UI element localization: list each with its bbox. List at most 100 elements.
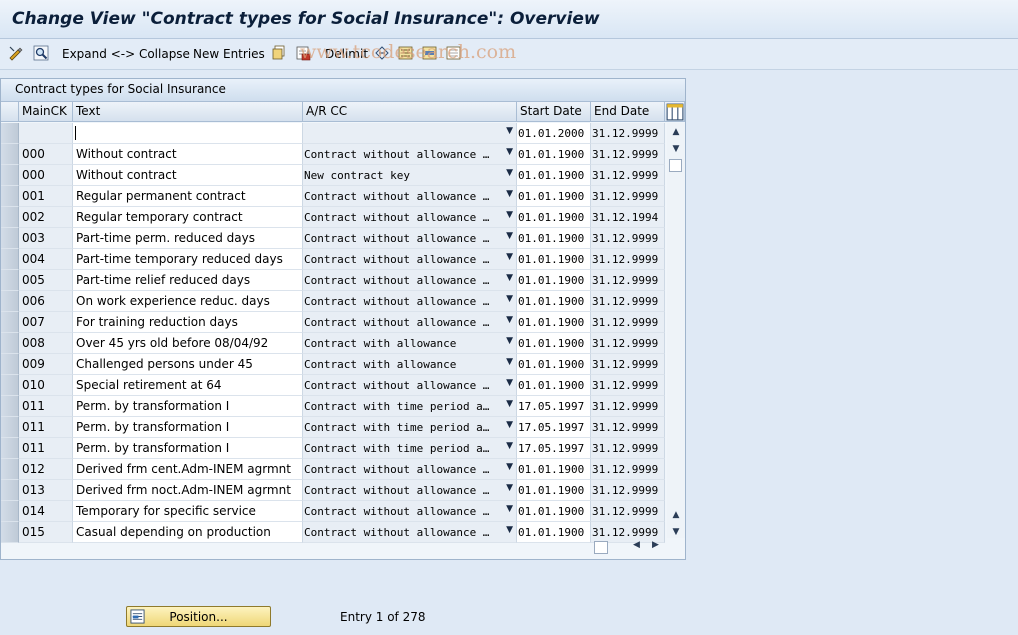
row-selector[interactable] — [1, 333, 19, 354]
end-date-cell[interactable]: 31.12.9999 — [591, 123, 665, 144]
start-date-cell[interactable]: 17.05.1997 — [517, 417, 591, 438]
vertical-scrollbar[interactable]: ▲ ▼ ▲ ▼ — [667, 123, 685, 538]
row-selector[interactable] — [1, 417, 19, 438]
text-cell[interactable]: Special retirement at 64 — [73, 375, 303, 396]
end-date-cell[interactable]: 31.12.9999 — [591, 354, 665, 375]
ar-cc-select[interactable]: New contract key ▼ — [303, 165, 517, 186]
text-cell[interactable]: Derived frm noct.Adm-INEM agrmnt — [73, 480, 303, 501]
text-cell[interactable]: Part-time relief reduced days — [73, 270, 303, 291]
dropdown-arrow-icon[interactable]: ▼ — [506, 231, 513, 241]
start-date-cell[interactable]: 01.01.1900 — [517, 291, 591, 312]
start-date-cell[interactable]: 01.01.1900 — [517, 249, 591, 270]
dropdown-arrow-icon[interactable]: ▼ — [506, 147, 513, 157]
text-cell[interactable]: For training reduction days — [73, 312, 303, 333]
text-cell[interactable] — [73, 123, 303, 144]
end-date-cell[interactable]: 31.12.9999 — [591, 228, 665, 249]
start-date-cell[interactable]: 01.01.1900 — [517, 186, 591, 207]
column-header-ar-cc[interactable]: A/R CC — [303, 102, 517, 122]
position-button[interactable]: Position... — [126, 606, 271, 627]
dropdown-arrow-icon[interactable]: ▼ — [506, 399, 513, 409]
ar-cc-select[interactable]: Contract without allowance … ▼ — [303, 375, 517, 396]
dropdown-arrow-icon[interactable]: ▼ — [506, 210, 513, 220]
ar-cc-select[interactable]: Contract without allowance … ▼ — [303, 312, 517, 333]
ar-cc-select[interactable]: Contract with allowance ▼ — [303, 354, 517, 375]
dropdown-arrow-icon[interactable]: ▼ — [506, 189, 513, 199]
hscroll-thumb[interactable] — [594, 541, 608, 554]
text-cell[interactable]: Perm. by transformation I — [73, 396, 303, 417]
ar-cc-select[interactable]: Contract without allowance … ▼ — [303, 459, 517, 480]
start-date-cell[interactable]: 01.01.1900 — [517, 144, 591, 165]
start-date-cell[interactable]: 01.01.1900 — [517, 165, 591, 186]
start-date-cell[interactable]: 01.01.1900 — [517, 354, 591, 375]
ar-cc-select[interactable]: Contract with time period a… ▼ — [303, 396, 517, 417]
end-date-cell[interactable]: 31.12.9999 — [591, 333, 665, 354]
start-date-cell[interactable]: 01.01.1900 — [517, 207, 591, 228]
start-date-cell[interactable]: 01.01.1900 — [517, 501, 591, 522]
text-cell[interactable]: Part-time temporary reduced days — [73, 249, 303, 270]
scroll-page-down-icon[interactable]: ▼ — [670, 143, 682, 155]
start-date-cell[interactable]: 17.05.1997 — [517, 438, 591, 459]
dropdown-arrow-icon[interactable]: ▼ — [506, 441, 513, 451]
column-header-start-date[interactable]: Start Date — [517, 102, 591, 122]
copy-as-icon[interactable] — [271, 45, 287, 61]
scroll-up-icon[interactable]: ▲ — [670, 126, 682, 138]
ar-cc-select[interactable]: Contract without allowance … ▼ — [303, 144, 517, 165]
end-date-cell[interactable]: 31.12.9999 — [591, 312, 665, 333]
start-date-cell[interactable]: 01.01.1900 — [517, 333, 591, 354]
dropdown-arrow-icon[interactable]: ▼ — [506, 315, 513, 325]
text-cell[interactable]: Without contract — [73, 144, 303, 165]
text-cell[interactable]: Perm. by transformation I — [73, 438, 303, 459]
row-selector[interactable] — [1, 375, 19, 396]
end-date-cell[interactable]: 31.12.9999 — [591, 480, 665, 501]
text-cell[interactable]: Over 45 yrs old before 08/04/92 — [73, 333, 303, 354]
column-header-mainck[interactable]: MainCK — [19, 102, 73, 122]
dropdown-arrow-icon[interactable]: ▼ — [506, 336, 513, 346]
select-all-rows-header[interactable] — [1, 102, 19, 122]
end-date-cell[interactable]: 31.12.9999 — [591, 417, 665, 438]
row-selector[interactable] — [1, 270, 19, 291]
scroll-right-icon[interactable]: ▶ — [652, 540, 659, 550]
dropdown-arrow-icon[interactable]: ▼ — [506, 462, 513, 472]
end-date-cell[interactable]: 31.12.9999 — [591, 438, 665, 459]
mainck-cell[interactable]: 002 — [19, 207, 73, 228]
mainck-cell[interactable]: 008 — [19, 333, 73, 354]
text-cell[interactable]: Part-time perm. reduced days — [73, 228, 303, 249]
ar-cc-select[interactable]: Contract without allowance … ▼ — [303, 228, 517, 249]
ar-cc-select[interactable]: Contract without allowance … ▼ — [303, 480, 517, 501]
text-cell[interactable]: Regular temporary contract — [73, 207, 303, 228]
dropdown-arrow-icon[interactable]: ▼ — [506, 378, 513, 388]
horizontal-scrollbar[interactable]: ◀ ▶ — [591, 539, 665, 555]
end-date-cell[interactable]: 31.12.9999 — [591, 249, 665, 270]
mainck-cell[interactable]: 000 — [19, 144, 73, 165]
end-date-cell[interactable]: 31.12.9999 — [591, 165, 665, 186]
mainck-cell[interactable]: 011 — [19, 438, 73, 459]
column-header-text[interactable]: Text — [73, 102, 303, 122]
ar-cc-select[interactable]: Contract with time period a… ▼ — [303, 438, 517, 459]
mainck-cell[interactable]: 007 — [19, 312, 73, 333]
mainck-cell[interactable]: 012 — [19, 459, 73, 480]
dropdown-arrow-icon[interactable]: ▼ — [506, 252, 513, 262]
ar-cc-select[interactable]: Contract without allowance … ▼ — [303, 207, 517, 228]
dropdown-arrow-icon[interactable]: ▼ — [506, 357, 513, 367]
row-selector[interactable] — [1, 522, 19, 543]
mainck-cell[interactable]: 013 — [19, 480, 73, 501]
end-date-cell[interactable]: 31.12.1994 — [591, 207, 665, 228]
dropdown-arrow-icon[interactable]: ▼ — [506, 483, 513, 493]
end-date-cell[interactable]: 31.12.9999 — [591, 144, 665, 165]
dropdown-arrow-icon[interactable]: ▼ — [506, 294, 513, 304]
text-cell[interactable]: Without contract — [73, 165, 303, 186]
row-selector[interactable] — [1, 207, 19, 228]
mainck-cell[interactable] — [19, 123, 73, 144]
mainck-cell[interactable]: 005 — [19, 270, 73, 291]
display-change-icon[interactable] — [8, 45, 24, 61]
mainck-cell[interactable]: 000 — [19, 165, 73, 186]
end-date-cell[interactable]: 31.12.9999 — [591, 186, 665, 207]
start-date-cell[interactable]: 01.01.1900 — [517, 480, 591, 501]
scroll-left-icon[interactable]: ◀ — [633, 540, 640, 550]
dropdown-arrow-icon[interactable]: ▼ — [506, 525, 513, 535]
ar-cc-select[interactable]: Contract without allowance … ▼ — [303, 522, 517, 543]
ar-cc-select[interactable]: ▼ — [303, 123, 517, 144]
end-date-cell[interactable]: 31.12.9999 — [591, 501, 665, 522]
mainck-cell[interactable]: 006 — [19, 291, 73, 312]
text-cell[interactable]: Derived frm cent.Adm-INEM agrmnt — [73, 459, 303, 480]
